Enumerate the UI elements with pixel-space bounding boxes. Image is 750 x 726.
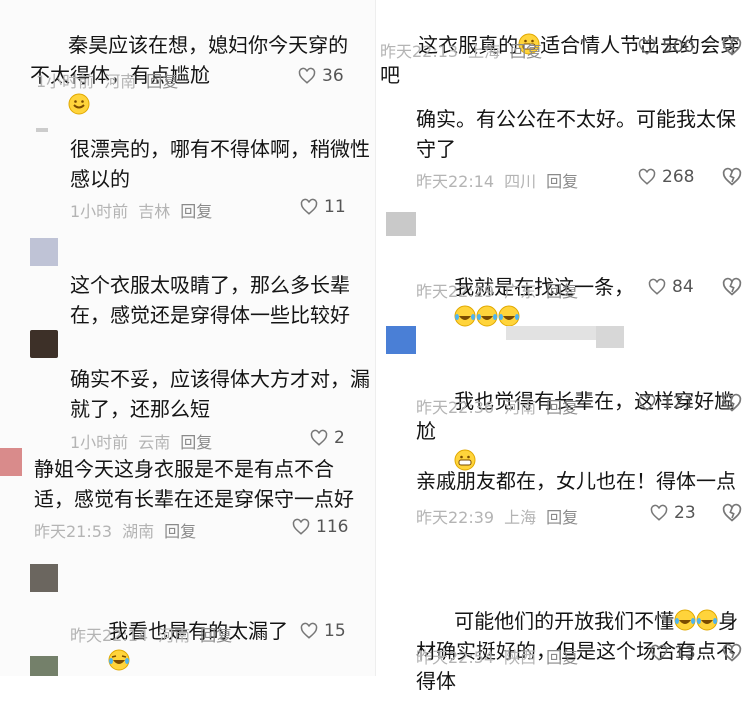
dislike-icon[interactable] (722, 167, 742, 187)
heart-icon (300, 622, 318, 639)
comment-time: 昨天22:14 (416, 172, 495, 191)
dislike-icon[interactable] (722, 643, 742, 663)
comment-text: 可能他们的开放我们不懂 (454, 609, 675, 633)
avatar[interactable] (30, 330, 58, 358)
comment-location: 河南 (104, 72, 137, 91)
comment-location: 上海 (468, 42, 501, 61)
reply-button[interactable]: 回复 (180, 429, 212, 453)
left-comment-column: 秦昊应该在想，媳妇你今天穿的不太得体，有点尴尬 1小时前 河南 回复 36 很漂… (0, 0, 375, 676)
avatar[interactable] (30, 238, 58, 266)
like-button[interactable]: 116 (292, 517, 348, 537)
comment-time: 昨天22:29 (416, 282, 495, 301)
comment-text: 确实。有公公在不太好。可能我太保守了 (416, 107, 736, 161)
reply-button[interactable]: 回复 (546, 278, 578, 302)
avatar (596, 326, 624, 348)
heart-icon (638, 38, 656, 55)
comment-location: 四川 (504, 172, 537, 191)
heart-icon (292, 518, 310, 535)
heart-icon (300, 198, 318, 215)
like-button[interactable]: 121 (638, 393, 694, 413)
comment-location: 湖南 (122, 522, 155, 541)
like-count: 13 (674, 643, 696, 663)
avatar[interactable] (30, 656, 58, 676)
comment-location: 广东 (504, 282, 537, 301)
avatar (506, 326, 606, 340)
like-button[interactable]: 23 (650, 503, 696, 523)
like-count: 84 (672, 277, 694, 297)
comment-location: 上海 (504, 508, 537, 527)
like-count: 2 (334, 428, 345, 448)
dislike-icon[interactable] (722, 393, 742, 413)
avatar[interactable] (0, 448, 22, 476)
comment-location: 吉林 (138, 202, 171, 221)
like-count: 36 (322, 66, 344, 86)
heart-icon (638, 394, 656, 411)
like-count: 11 (324, 197, 346, 217)
comment-text: 很漂亮的，哪有不得体啊，稍微性感以的 (70, 137, 370, 191)
heart-icon (298, 67, 316, 84)
like-button[interactable]: 500 (638, 37, 694, 57)
comment-time: 昨天22:13 (380, 42, 459, 61)
avatar[interactable] (386, 212, 416, 236)
heart-icon (650, 644, 668, 661)
heart-icon (650, 504, 668, 521)
comment-location: 陕西 (504, 648, 537, 667)
laugh-cry-emoji-icon (498, 305, 520, 327)
comment-time: 昨天22:36 (416, 398, 495, 417)
like-count: 121 (662, 393, 695, 413)
laugh-cry-emoji-icon (108, 649, 130, 671)
reply-button[interactable]: 回复 (546, 644, 578, 668)
like-count: 500 (662, 37, 695, 57)
comment-time: 昨天22:39 (416, 508, 495, 527)
avatar[interactable] (36, 128, 48, 132)
like-button[interactable]: 11 (300, 197, 346, 217)
like-button[interactable]: 84 (648, 277, 694, 297)
comment-location: 河南 (158, 626, 191, 645)
comment-time: 1小时前 (36, 72, 95, 91)
laugh-cry-emoji-icon (476, 305, 498, 327)
like-button[interactable]: 13 (650, 643, 696, 663)
laugh-cry-emoji-icon (454, 305, 476, 327)
avatar[interactable] (30, 564, 58, 592)
comment-time: 昨天21:53 (34, 522, 113, 541)
like-count: 23 (674, 503, 696, 523)
reply-button[interactable]: 回复 (546, 504, 578, 528)
like-button[interactable]: 268 (638, 167, 694, 187)
reply-button[interactable]: 回复 (546, 394, 578, 418)
like-count: 268 (662, 167, 695, 187)
comment-location: 河南 (504, 398, 537, 417)
dislike-icon[interactable] (722, 503, 742, 523)
heart-icon (638, 168, 656, 185)
comment-text: 这个衣服太吸睛了，那么多长辈在，感觉还是穿得体一些比较好 (70, 273, 350, 327)
comment-time: 1小时前 (70, 202, 129, 221)
heart-icon (310, 429, 328, 446)
reply-button[interactable]: 回复 (164, 518, 196, 542)
laugh-cry-emoji-icon (696, 609, 718, 631)
like-button[interactable]: 2 (310, 428, 345, 448)
like-count: 15 (324, 621, 346, 641)
comment-time: 1小时前 (70, 433, 129, 452)
dislike-icon[interactable] (722, 37, 742, 57)
comment-text: 确实不妥，应该得体大方才对，漏就了，还那么短 (70, 367, 370, 421)
like-button[interactable]: 36 (298, 66, 344, 86)
heart-icon (648, 278, 666, 295)
comment-text: 静姐今天这身衣服是不是有点不合适，感觉有长辈在还是穿保守一点好 (34, 457, 354, 511)
comment-location: 云南 (138, 433, 171, 452)
smile-emoji-icon (68, 93, 90, 115)
reply-button[interactable]: 回复 (180, 198, 212, 222)
reply-button[interactable]: 回复 (510, 38, 542, 62)
right-comment-column: 这衣服真的 适合情人节出去约会穿吧 昨天22:13 上海 回复 500 确实。有… (375, 0, 750, 693)
like-button[interactable]: 15 (300, 621, 346, 641)
comment-time: 昨天22:14 (70, 626, 149, 645)
dislike-icon[interactable] (722, 277, 742, 297)
reply-button[interactable]: 回复 (146, 68, 178, 92)
laugh-cry-emoji-icon (674, 609, 696, 631)
like-count: 116 (316, 517, 349, 537)
reply-button[interactable]: 回复 (546, 168, 578, 192)
comment-text: 亲戚朋友都在，女儿也在！得体一点 (416, 469, 736, 493)
reply-button[interactable]: 回复 (200, 622, 232, 646)
comment-time: 昨天22:54 (416, 648, 495, 667)
avatar[interactable] (386, 326, 416, 354)
